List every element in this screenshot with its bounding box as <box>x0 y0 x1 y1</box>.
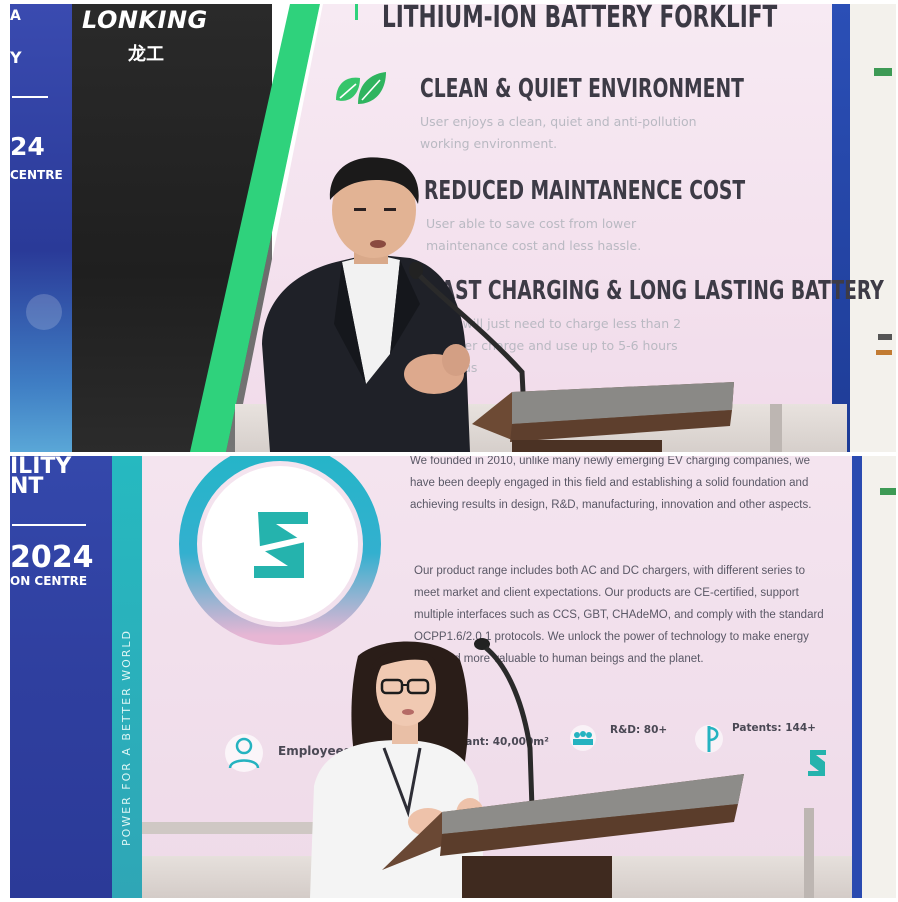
brand-logo-cn: 龙工 <box>128 44 164 65</box>
expo-venue: CENTRE <box>10 168 63 182</box>
sponsor-logo <box>876 350 892 355</box>
person-icon <box>225 734 263 772</box>
screen-frame-right <box>832 4 850 452</box>
team-icon <box>570 725 596 751</box>
expo-name-line-2: NT <box>10 474 44 499</box>
divider <box>12 96 48 98</box>
paragraph-line: have been deeply engaged in this field a… <box>410 477 809 489</box>
s-logo-small-icon <box>808 750 826 776</box>
truss <box>804 808 814 898</box>
s-logo-icon <box>248 512 318 578</box>
bottom-photo: ILITY NT 2024 ON CENTRE POWER FOR A BETT… <box>10 456 896 898</box>
sponsor-logo <box>878 334 892 340</box>
vertical-slogan: POWER FOR A BETTER WORLD <box>120 628 133 846</box>
expo-text-fragment: Y <box>10 48 22 67</box>
truss <box>770 404 782 452</box>
expo-backdrop-left <box>10 456 112 898</box>
expo-year: 24 <box>10 132 45 161</box>
paragraph-line: meet market and client expectations. Our… <box>414 587 799 599</box>
patent-icon <box>695 725 723 753</box>
hall-wall <box>862 456 896 898</box>
sponsor-logo <box>874 68 892 76</box>
stat-rnd: R&D: 80+ <box>610 724 668 736</box>
paragraph-line: multiple interfaces such as CCS, GBT, CH… <box>414 609 824 621</box>
company-paragraph-1: We founded in 2010, unlike many newly em… <box>410 456 840 516</box>
expo-venue: ON CENTRE <box>10 574 88 588</box>
sponsor-logo <box>880 488 896 495</box>
paragraph-line: achieving results in design, R&D, manufa… <box>410 499 812 511</box>
screen-frame-right <box>852 456 862 898</box>
paragraph-line: We founded in 2010, unlike many newly em… <box>410 456 810 467</box>
podium <box>472 382 734 452</box>
stat-patents: Patents: 144+ <box>732 722 816 734</box>
leaf-icon <box>336 72 386 104</box>
expo-year: 2024 <box>10 540 94 575</box>
title-accent-bar <box>355 4 358 20</box>
divider <box>12 524 86 526</box>
slide-title: LITHIUM-ION BATTERY FORKLIFT <box>382 4 778 35</box>
top-photo: A Y 24 CENTRE LONKING 龙工 LITHIUM-ION BAT… <box>10 4 896 452</box>
expo-backdrop-left <box>10 4 72 452</box>
decorative-circle <box>26 294 62 330</box>
podium <box>382 774 744 898</box>
feature-heading-1: CLEAN & QUIET ENVIRONMENT <box>420 74 744 104</box>
expo-text-fragment: A <box>10 8 21 24</box>
paragraph-line: Our product range includes both AC and D… <box>414 565 805 577</box>
feature-text-1-line-1: User enjoys a clean, quiet and anti-poll… <box>420 114 697 129</box>
feature-text-1-line-2: working environment. <box>420 136 558 151</box>
